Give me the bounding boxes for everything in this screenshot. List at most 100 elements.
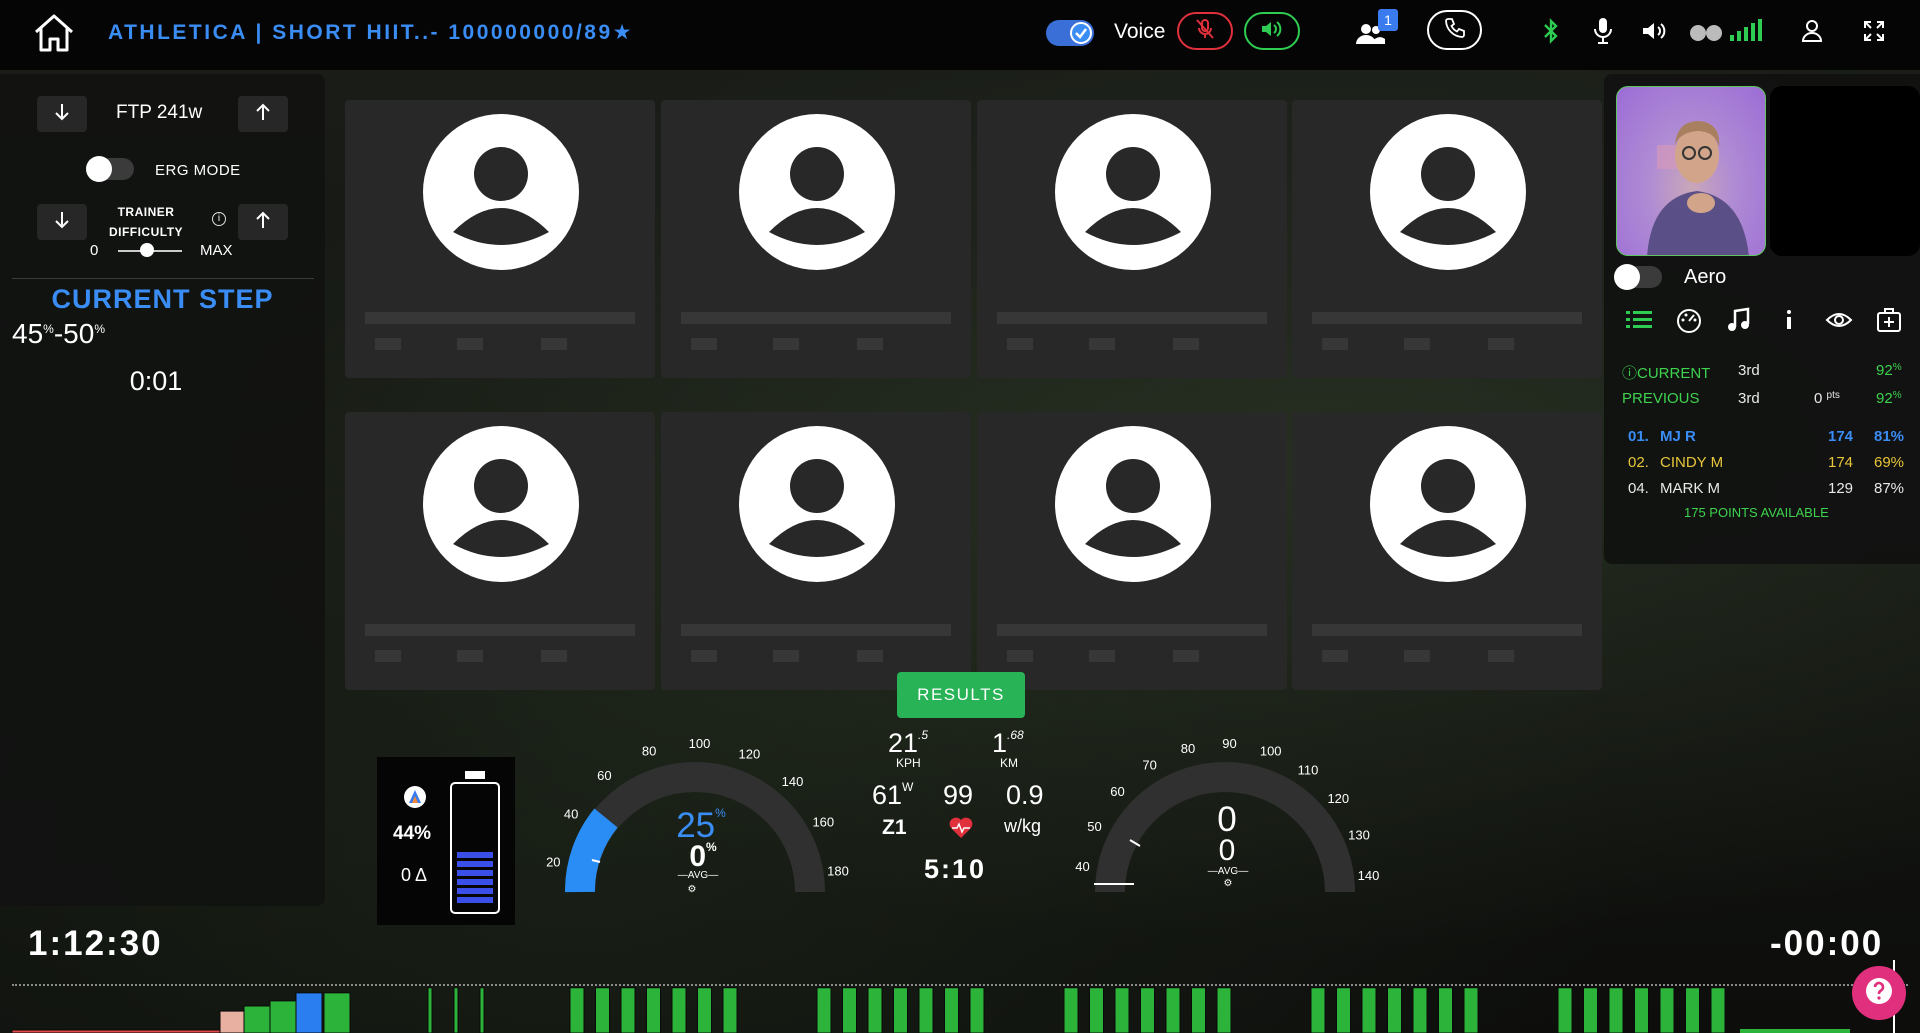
help-button[interactable] xyxy=(1852,966,1906,1020)
difficulty-slider-handle[interactable] xyxy=(139,243,154,257)
tile-name-placeholder xyxy=(365,312,635,324)
dashboard-icon[interactable] xyxy=(1674,306,1704,334)
volume-icon[interactable] xyxy=(1640,16,1670,46)
profile-warmup-step xyxy=(323,992,351,1033)
battery-icon xyxy=(450,771,500,914)
profile-interval xyxy=(1583,987,1598,1033)
erg-mode-toggle[interactable] xyxy=(86,156,134,182)
self-video[interactable] xyxy=(1616,86,1766,256)
points-available: 175 POINTS AVAILABLE xyxy=(1684,505,1829,520)
tile-stat-placeholder xyxy=(1173,338,1199,350)
profile-interval xyxy=(1387,987,1402,1033)
gauge-gear-icon: ⚙ xyxy=(1223,878,1233,889)
tile-name-placeholder xyxy=(681,624,951,636)
tile-stat-placeholder xyxy=(1322,338,1348,350)
leaderboard-name[interactable]: MJ R xyxy=(1660,428,1696,445)
cadence-avg-value: 0% xyxy=(689,840,717,873)
difficulty-up-button[interactable] xyxy=(238,204,288,240)
question-icon xyxy=(1864,976,1894,1011)
star-icon[interactable]: ★ xyxy=(613,21,634,44)
user-avatar-icon xyxy=(423,114,579,270)
previous-place: 3rd xyxy=(1738,390,1760,407)
participant-tile[interactable] xyxy=(345,412,655,690)
profile-interval xyxy=(1710,987,1726,1033)
tile-name-placeholder xyxy=(997,624,1267,636)
heart-rate-gauge-tick-label: 90 xyxy=(1222,736,1236,751)
profile-interval xyxy=(842,987,857,1033)
leaderboard-percent: 69% xyxy=(1874,454,1905,471)
microphone-icon[interactable] xyxy=(1590,16,1616,46)
battery-bar xyxy=(457,870,493,876)
tile-stat-placeholder xyxy=(1173,650,1199,662)
speaker-button[interactable] xyxy=(1244,12,1300,50)
music-icon[interactable] xyxy=(1724,306,1754,334)
participant-tile[interactable] xyxy=(1292,100,1602,378)
voice-toggle[interactable] xyxy=(1046,20,1094,46)
arrow-up-icon xyxy=(255,102,271,127)
arrow-up-icon xyxy=(255,210,271,235)
participant-tile[interactable] xyxy=(1292,412,1602,690)
user-avatar-icon xyxy=(1370,426,1526,582)
cadence-gauge-tick-label: 100 xyxy=(689,736,711,751)
tile-stat-placeholder xyxy=(1404,338,1430,350)
bluetooth-icon[interactable] xyxy=(1538,16,1564,46)
cadence-gear-icon: ⚙ xyxy=(687,884,697,895)
leaderboard-name[interactable]: CINDY M xyxy=(1660,454,1723,471)
cadence-gauge-tick-label: 40 xyxy=(564,807,578,822)
profile-icon[interactable] xyxy=(1798,16,1826,46)
participant-tile[interactable] xyxy=(977,412,1287,690)
battery-delta: 0 Δ xyxy=(401,865,428,885)
step-time: 0:01 xyxy=(129,366,183,396)
list-icon[interactable] xyxy=(1624,306,1654,334)
tile-stat-placeholder xyxy=(691,650,717,662)
ftp-up-button[interactable] xyxy=(238,96,288,132)
ftp-down-button[interactable] xyxy=(37,96,87,132)
call-button[interactable] xyxy=(1427,10,1482,50)
profile-interval xyxy=(918,987,934,1033)
cadence-gauge-tick-label: 140 xyxy=(782,774,804,789)
participant-tile[interactable] xyxy=(661,412,971,690)
cadence-gauge-tick-label: 160 xyxy=(812,815,834,830)
participant-tile[interactable] xyxy=(345,100,655,378)
difficulty-down-button[interactable] xyxy=(37,204,87,240)
info-panel-icon[interactable] xyxy=(1774,306,1804,334)
remote-video[interactable] xyxy=(1770,86,1920,256)
profile-interval xyxy=(1557,987,1573,1033)
tile-stat-placeholder xyxy=(375,650,401,662)
leaderboard-name[interactable]: MARK M xyxy=(1660,480,1720,497)
voice-label: Voice xyxy=(1114,20,1166,43)
profile-interval xyxy=(969,987,985,1033)
leaderboard-percent: 81% xyxy=(1874,428,1905,445)
difficulty-min-label: 0 xyxy=(90,242,99,259)
battery-percent: 44% xyxy=(393,823,432,844)
mute-mic-button[interactable] xyxy=(1177,12,1233,50)
participant-tile[interactable] xyxy=(977,100,1287,378)
eye-icon[interactable] xyxy=(1824,306,1854,334)
leaderboard-percent: 87% xyxy=(1874,480,1905,497)
current-percent: 92% xyxy=(1876,362,1902,379)
results-button[interactable]: RESULTS xyxy=(897,672,1025,718)
add-panel-icon[interactable] xyxy=(1874,306,1904,334)
profile-interval xyxy=(595,987,610,1033)
tile-stat-placeholder xyxy=(541,338,567,350)
home-icon[interactable] xyxy=(32,12,76,54)
participant-tile[interactable] xyxy=(661,100,971,378)
heart-rate-gauge-tick-label: 60 xyxy=(1110,784,1124,799)
fullscreen-icon[interactable] xyxy=(1860,16,1888,46)
cadence-gauge-tick-label: 60 xyxy=(597,768,611,783)
profile-interval xyxy=(944,987,959,1033)
profile-cooldown xyxy=(1740,1029,1850,1033)
aero-toggle[interactable] xyxy=(1614,264,1662,290)
power-zone: Z1 xyxy=(882,816,907,839)
info-icon[interactable]: i xyxy=(212,212,226,226)
profile-interval xyxy=(1634,987,1649,1033)
profile-interval xyxy=(1412,987,1428,1033)
tile-stat-placeholder xyxy=(691,338,717,350)
profile-interval xyxy=(1659,987,1675,1033)
heart-rate-gauge-tick-label: 50 xyxy=(1087,819,1101,834)
profile-interval xyxy=(427,987,433,1033)
profile-interval xyxy=(697,987,712,1033)
cadence-gauge-tick-label: 120 xyxy=(739,747,761,762)
heart-rate-gauge-tick-label: 40 xyxy=(1075,859,1089,874)
wkg-unit: w/kg xyxy=(1004,816,1042,836)
